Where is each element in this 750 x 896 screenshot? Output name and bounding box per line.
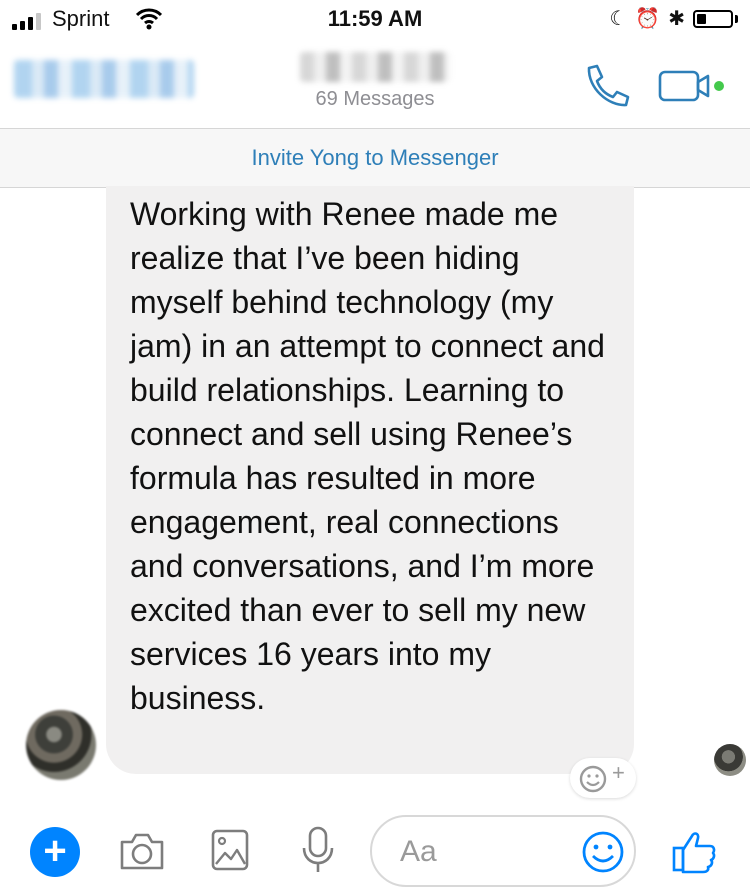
avatar[interactable] [26,710,96,780]
battery-nub [735,15,738,23]
invite-label[interactable]: Invite Yong to Messenger [251,145,498,170]
smiley-icon[interactable] [580,829,626,875]
bluetooth-icon: ✱ [668,8,685,30]
like-icon[interactable] [670,828,718,874]
moon-icon: ☾ [609,8,628,30]
camera-icon[interactable] [118,830,166,872]
status-icons: ☾ ⏰ ✱ [609,6,738,32]
battery-icon [693,10,733,28]
add-button[interactable]: + [30,827,80,877]
add-reaction-button[interactable]: + [570,758,636,798]
conversation-header: 69 Messages [0,40,750,129]
smiley-icon [579,765,607,793]
input-placeholder: Aa [400,835,437,868]
read-receipt-avatar [714,744,746,776]
message-count: 69 Messages [315,88,435,110]
mic-icon[interactable] [300,826,336,874]
invite-banner[interactable]: Invite Yong to Messenger [0,129,750,188]
gallery-icon[interactable] [210,828,250,872]
message-input[interactable]: Aa [370,815,636,887]
reaction-plus: + [612,760,625,785]
contact-name[interactable] [300,52,450,82]
message-text: Working with Renee made me realize that … [130,196,605,716]
alarm-icon: ⏰ [635,8,661,30]
phone-icon[interactable] [580,62,632,110]
plus-icon: + [43,829,67,873]
video-icon[interactable] [658,68,728,104]
message-bubble[interactable]: Working with Renee made me realize that … [106,186,634,774]
status-bar: Sprint 11:59 AM ☾ ⏰ ✱ [0,0,750,40]
